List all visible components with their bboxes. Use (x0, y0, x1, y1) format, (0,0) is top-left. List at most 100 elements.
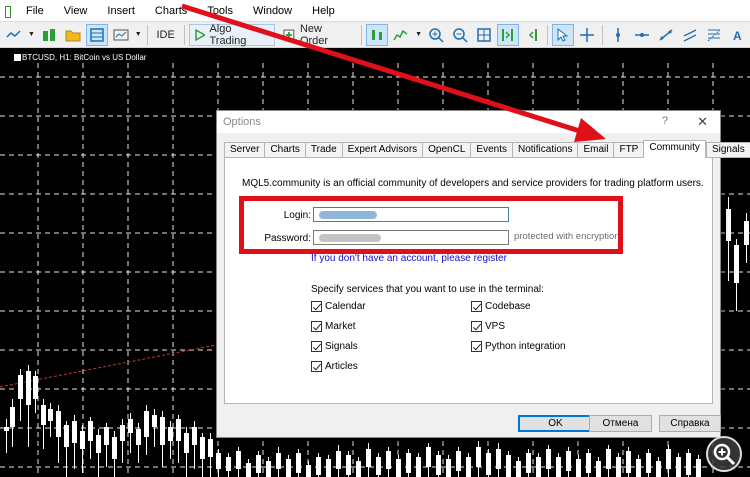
ide-button[interactable]: IDE (152, 24, 180, 46)
zoom-out-icon[interactable] (449, 24, 471, 46)
tab-expert-advisors[interactable]: Expert Advisors (341, 142, 423, 158)
candle-body (104, 427, 109, 445)
candle-body (160, 417, 165, 445)
close-icon[interactable]: ✕ (697, 114, 708, 130)
tab-ftp[interactable]: FTP (613, 142, 644, 158)
text-label-icon[interactable]: A (727, 24, 749, 46)
dropdown-arrow-icon[interactable]: ▼ (27, 24, 36, 46)
candle-body (626, 451, 631, 473)
help-icon[interactable]: ? (662, 115, 668, 127)
indicators-icon[interactable] (390, 24, 412, 46)
candle-body (276, 453, 281, 469)
toolbar-divider (183, 24, 185, 45)
play-icon (194, 28, 206, 41)
svg-text:A: A (733, 29, 742, 43)
algo-trading-label: Algo Trading (209, 22, 247, 47)
candle-body (26, 371, 31, 405)
menu-view[interactable]: View (54, 0, 98, 22)
candle-body (144, 411, 149, 437)
candle-body (120, 425, 125, 441)
checkbox-checked-icon (471, 301, 482, 312)
candle-body (192, 427, 197, 445)
fibonacci-icon[interactable] (703, 24, 725, 46)
codebase-label: Codebase (485, 301, 531, 312)
articles-checkbox[interactable]: Articles (311, 361, 358, 372)
candle-body (336, 451, 341, 469)
candle-body (236, 451, 241, 469)
candle-body (744, 221, 749, 245)
checkbox-checked-icon (311, 321, 322, 332)
vps-checkbox[interactable]: VPS (471, 321, 505, 332)
trend-line-icon[interactable] (655, 24, 677, 46)
channel-icon[interactable] (679, 24, 701, 46)
menu-help[interactable]: Help (302, 0, 345, 22)
tab-trade[interactable]: Trade (304, 142, 342, 158)
ok-button[interactable]: OK (518, 415, 593, 432)
tab-signals[interactable]: Signals (705, 142, 750, 158)
new-chart-icon[interactable] (38, 24, 60, 46)
candle-body (216, 453, 221, 469)
candle-body (10, 407, 15, 427)
tab-community[interactable]: Community (643, 140, 706, 158)
market-label: Market (325, 321, 356, 332)
templates-icon[interactable] (110, 24, 132, 46)
bar-chart-icon[interactable] (366, 23, 389, 46)
candle-body (506, 455, 511, 477)
auto-scroll-icon[interactable] (497, 23, 520, 46)
candle-body (184, 433, 189, 453)
cursor-icon[interactable] (552, 23, 575, 46)
python-integration-checkbox[interactable]: Python integration (471, 341, 566, 352)
menu-file[interactable]: File (16, 0, 54, 22)
help-button[interactable]: Справка (659, 415, 721, 432)
market-checkbox[interactable]: Market (311, 321, 356, 332)
candle-body (256, 455, 261, 473)
tab-email[interactable]: Email (577, 142, 614, 158)
market-watch-icon[interactable] (85, 23, 108, 46)
vertical-line-icon[interactable] (607, 24, 629, 46)
chart-shift-icon[interactable] (521, 24, 543, 46)
candle-body (546, 449, 551, 469)
menu-charts[interactable]: Charts (145, 0, 197, 22)
menu-insert[interactable]: Insert (97, 0, 145, 22)
codebase-checkbox[interactable]: Codebase (471, 301, 531, 312)
candle-body (266, 461, 271, 477)
candle-body (466, 457, 471, 477)
open-folder-icon[interactable] (62, 24, 84, 46)
new-order-label: New Order (299, 22, 329, 47)
candle-body (386, 451, 391, 469)
grid-icon[interactable] (473, 24, 495, 46)
menu-tools[interactable]: Tools (197, 0, 243, 22)
line-chart-icon[interactable] (3, 24, 25, 46)
signals-checkbox[interactable]: Signals (311, 341, 358, 352)
tab-events[interactable]: Events (470, 142, 512, 158)
candle-body (566, 451, 571, 471)
new-order-button[interactable]: New Order (277, 22, 357, 47)
tab-server[interactable]: Server (224, 142, 265, 158)
tab-notifications[interactable]: Notifications (511, 142, 578, 158)
checkbox-checked-icon (311, 341, 322, 352)
articles-label: Articles (325, 361, 358, 372)
services-heading: Specify services that you want to use in… (311, 284, 544, 295)
dropdown-arrow-icon[interactable]: ▼ (414, 24, 423, 46)
cancel-button[interactable]: Отмена (589, 415, 652, 432)
candle-body (446, 459, 451, 477)
candle-body (636, 459, 641, 477)
tab-charts[interactable]: Charts (264, 142, 305, 158)
dropdown-arrow-icon[interactable]: ▼ (134, 24, 143, 46)
zoom-in-icon[interactable] (425, 24, 447, 46)
algo-trading-button[interactable]: Algo Trading (188, 22, 276, 47)
toolbar: ▼ ▼ IDE Algo Trading New Order ▼ A (0, 22, 750, 48)
options-dialog: Options ? ✕ Server Charts Trade Expert A… (216, 110, 750, 438)
candle-body (686, 453, 691, 475)
toolbar-divider (146, 24, 148, 45)
tab-opencl[interactable]: OpenCL (422, 142, 471, 158)
chart-title: BTCUSD, H1: BitCoin vs US Dollar (22, 53, 147, 62)
horizontal-line-icon[interactable] (631, 24, 653, 46)
crosshair-icon[interactable] (576, 24, 598, 46)
register-link[interactable]: If you don't have an account, please reg… (311, 253, 507, 264)
menu-window[interactable]: Window (243, 0, 302, 22)
candle-body (366, 449, 371, 467)
magnifier-icon[interactable] (706, 436, 742, 472)
calendar-checkbox[interactable]: Calendar (311, 301, 366, 312)
candle-body (606, 449, 611, 469)
